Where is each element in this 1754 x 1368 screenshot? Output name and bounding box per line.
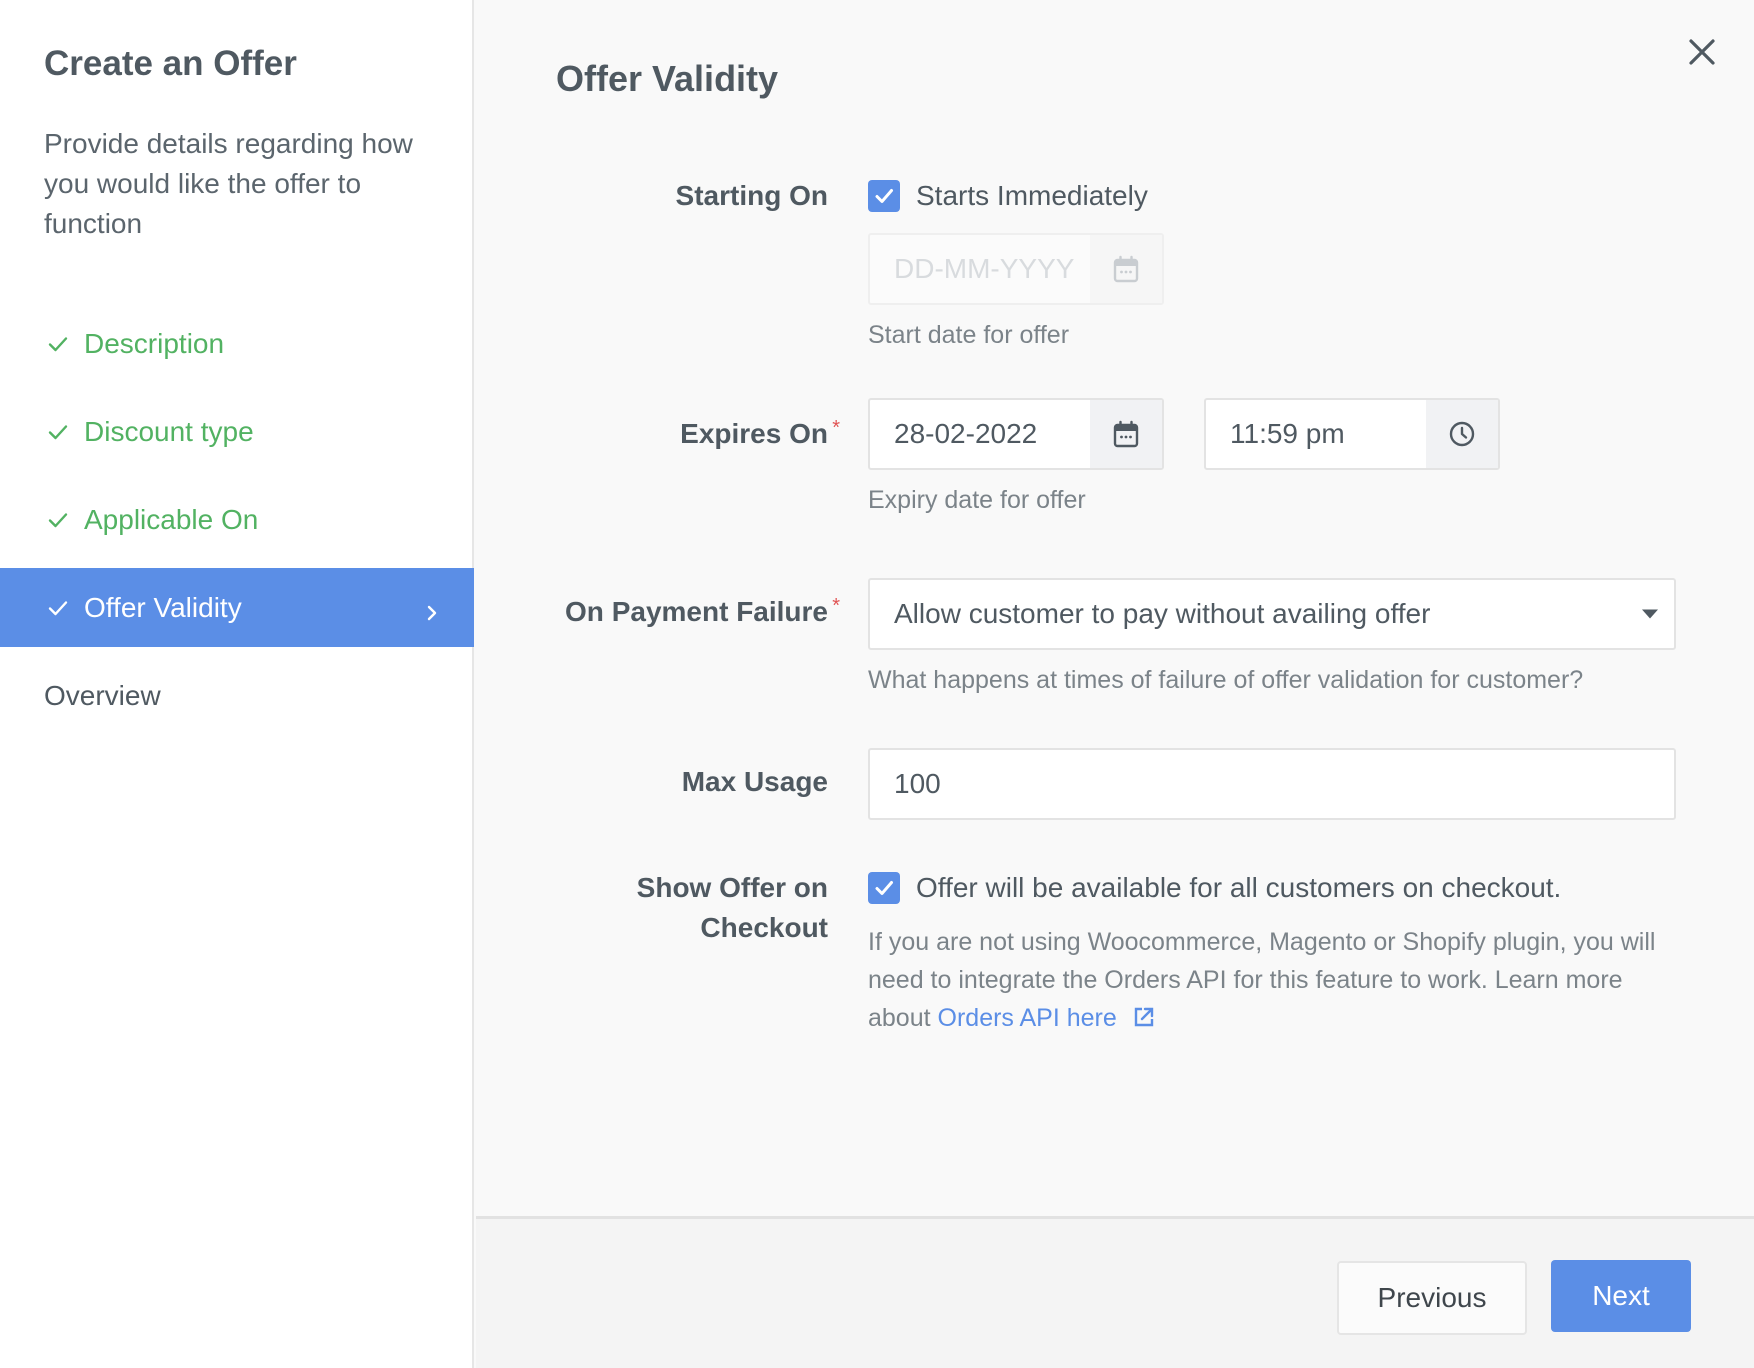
expiry-date-calendar-button[interactable] bbox=[1090, 400, 1162, 468]
show-offer-checkbox[interactable] bbox=[868, 872, 900, 904]
starts-immediately-label: Starts Immediately bbox=[916, 180, 1148, 211]
start-date-calendar-button[interactable] bbox=[1090, 235, 1162, 303]
check-icon bbox=[44, 418, 72, 446]
expiry-time-clock-button[interactable] bbox=[1426, 400, 1498, 468]
required-marker: * bbox=[832, 417, 840, 439]
calendar-icon bbox=[1113, 255, 1139, 283]
show-offer-row: Offer will be available for all customer… bbox=[868, 868, 1561, 908]
start-date-input[interactable] bbox=[870, 235, 1090, 303]
orders-api-link-text: Orders API here bbox=[937, 1004, 1117, 1032]
expiry-time-input[interactable] bbox=[1206, 400, 1426, 468]
main-panel: Offer Validity Starting On Starts Immedi… bbox=[476, 0, 1754, 1216]
step-label: Offer Validity bbox=[84, 591, 242, 623]
footer: Previous Next bbox=[476, 1216, 1754, 1368]
start-date-help: Start date for offer bbox=[868, 321, 1070, 349]
show-offer-label-line1: Show Offer on bbox=[636, 872, 828, 903]
step-offer-validity[interactable]: Offer Validity bbox=[0, 568, 474, 647]
step-label: Discount type bbox=[84, 415, 254, 447]
orders-api-link[interactable]: Orders API here bbox=[938, 1004, 1156, 1032]
previous-button[interactable]: Previous bbox=[1337, 1261, 1527, 1335]
clock-icon bbox=[1449, 421, 1475, 447]
step-label: Description bbox=[84, 327, 225, 359]
check-icon bbox=[44, 506, 72, 534]
page-title: Offer Validity bbox=[556, 58, 779, 99]
payment-failure-help: What happens at times of failure of offe… bbox=[868, 666, 1584, 694]
calendar-icon bbox=[1113, 420, 1139, 448]
expires-on-label-text: Expires On bbox=[680, 418, 828, 449]
sidebar-description: Provide details regarding how you would … bbox=[44, 128, 413, 239]
close-icon bbox=[1689, 39, 1715, 65]
expiry-date-input[interactable] bbox=[870, 400, 1090, 468]
next-button[interactable]: Next bbox=[1551, 1260, 1691, 1332]
starts-immediately-checkbox[interactable] bbox=[868, 180, 900, 212]
starting-on-label: Starting On bbox=[675, 180, 828, 211]
step-label: Applicable On bbox=[84, 503, 259, 535]
expires-on-label: Expires On * bbox=[680, 414, 840, 454]
step-label: Overview bbox=[44, 679, 161, 711]
external-link-icon bbox=[1134, 1007, 1153, 1027]
required-marker: * bbox=[832, 595, 840, 617]
expiry-date-field bbox=[868, 398, 1164, 470]
chevron-right-icon bbox=[422, 598, 442, 620]
step-discount-type[interactable]: Discount type bbox=[0, 392, 474, 471]
max-usage-field bbox=[868, 748, 1676, 820]
step-description[interactable]: Description bbox=[0, 304, 474, 383]
start-date-field bbox=[868, 233, 1164, 305]
max-usage-label: Max Usage bbox=[681, 766, 828, 797]
expiry-date-help: Expiry date for offer bbox=[868, 486, 1086, 514]
checkmark-icon bbox=[875, 881, 893, 895]
show-offer-label-line2: Checkout bbox=[700, 912, 828, 943]
max-usage-input[interactable] bbox=[870, 750, 1674, 818]
payment-failure-label: On Payment Failure * bbox=[565, 592, 840, 632]
sidebar-title: Create an Offer bbox=[44, 44, 297, 83]
starts-immediately-row: Starts Immediately bbox=[868, 176, 1148, 216]
payment-failure-selected-value: Allow customer to pay without availing o… bbox=[894, 598, 1431, 629]
payment-failure-label-text: On Payment Failure bbox=[565, 596, 828, 627]
sidebar: Create an Offer Provide details regardin… bbox=[0, 0, 474, 1368]
show-offer-checkbox-label: Offer will be available for all customer… bbox=[916, 872, 1562, 903]
step-applicable-on[interactable]: Applicable On bbox=[0, 480, 474, 559]
expiry-time-field bbox=[1204, 398, 1500, 470]
payment-failure-select[interactable]: Allow customer to pay without availing o… bbox=[868, 578, 1676, 650]
dropdown-caret-icon bbox=[1642, 609, 1658, 619]
step-overview[interactable]: Overview bbox=[0, 656, 474, 735]
close-button[interactable] bbox=[1684, 34, 1720, 70]
check-icon bbox=[44, 330, 72, 358]
show-offer-help: If you are not using Woocommerce, Magent… bbox=[868, 923, 1680, 1037]
check-icon bbox=[44, 594, 72, 622]
checkmark-icon bbox=[875, 189, 893, 203]
